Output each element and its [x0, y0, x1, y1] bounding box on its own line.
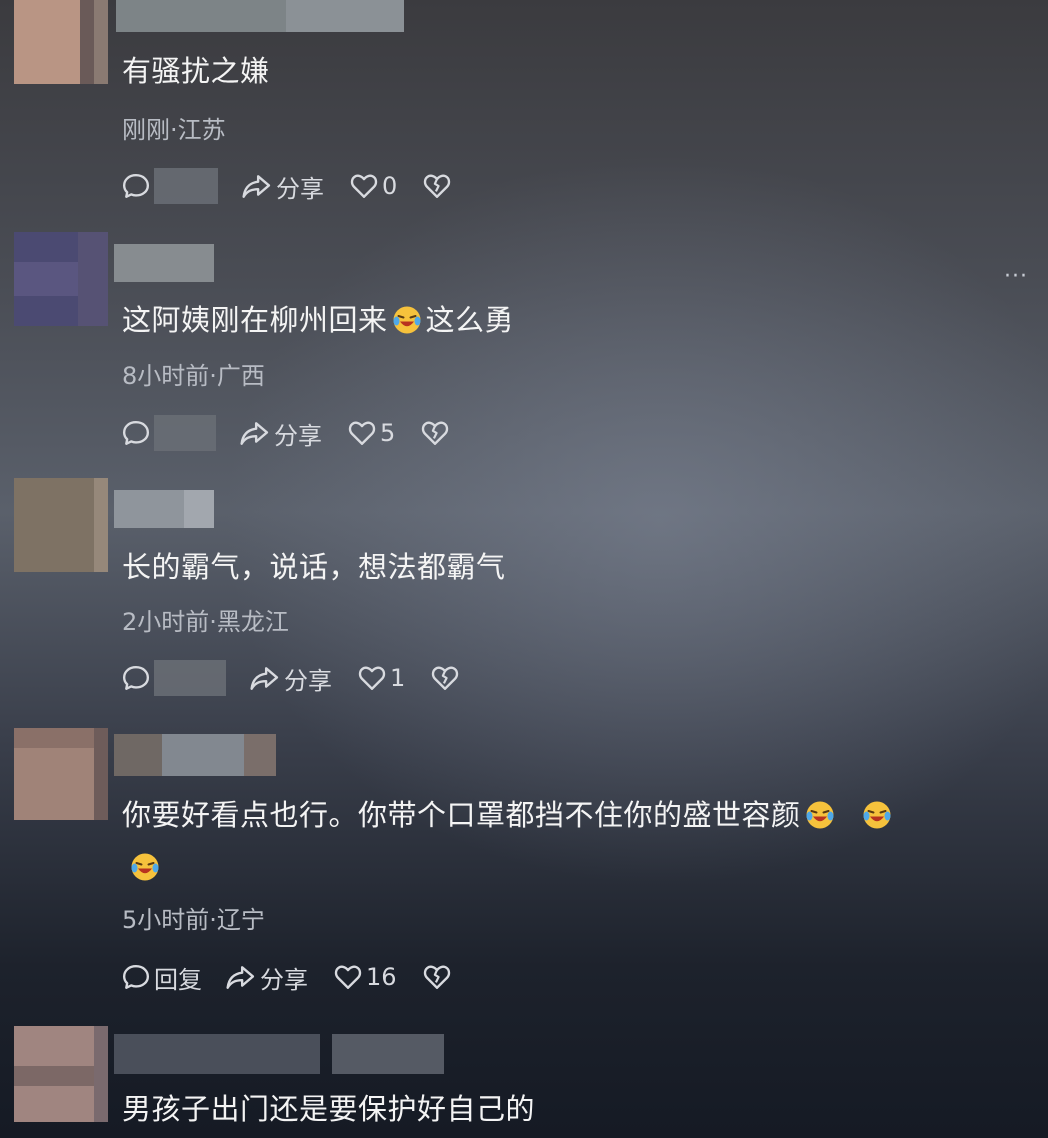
- comment-meta: 刚刚·江苏: [122, 116, 226, 144]
- laughing-crying-emoji-icon: [805, 800, 835, 830]
- avatar[interactable]: [14, 232, 108, 326]
- broken-heart-icon: [424, 174, 451, 198]
- like-button[interactable]: 0: [350, 172, 397, 200]
- comment-text: 男孩子出门还是要保护好自己的: [122, 1092, 536, 1126]
- laughing-crying-emoji-icon: [130, 852, 160, 882]
- broken-heart-icon: [432, 666, 459, 690]
- broken-heart-icon: [422, 421, 449, 445]
- username-blurred[interactable]: [114, 1034, 444, 1074]
- reply-label-blurred: [154, 415, 216, 451]
- username-blurred[interactable]: [114, 244, 214, 282]
- comment-meta: 8小时前·广西: [122, 362, 265, 390]
- username-blurred[interactable]: [114, 734, 276, 776]
- comment-actions: 分享 5: [122, 413, 449, 453]
- like-button[interactable]: 1: [358, 664, 405, 692]
- reply-button[interactable]: [122, 415, 216, 451]
- comment-bubble-icon: [122, 174, 150, 198]
- comment-bubble-icon: [122, 421, 150, 445]
- share-arrow-icon: [240, 422, 269, 445]
- comment-actions: 分享 1: [122, 658, 459, 698]
- dislike-button[interactable]: [423, 172, 451, 200]
- heart-icon: [358, 666, 386, 690]
- reply-label-blurred: [154, 660, 226, 696]
- avatar[interactable]: [14, 1026, 108, 1122]
- reply-button[interactable]: [122, 168, 218, 204]
- share-button[interactable]: 分享: [224, 960, 308, 995]
- comment-actions: 分享 0: [122, 166, 451, 206]
- like-count: 0: [382, 172, 398, 200]
- share-button[interactable]: 分享: [238, 416, 322, 451]
- laughing-crying-emoji-icon: [392, 305, 422, 335]
- comment-meta: 5小时前·辽宁: [122, 906, 265, 934]
- comment-actions: 回复 分享 16: [122, 957, 451, 997]
- avatar[interactable]: [14, 478, 108, 572]
- share-label: 分享: [284, 666, 332, 695]
- comment-meta: 2小时前·黑龙江: [122, 608, 289, 636]
- like-count: 5: [380, 419, 396, 447]
- comment-bubble-icon: [122, 965, 150, 989]
- share-arrow-icon: [250, 667, 279, 690]
- share-label: 分享: [274, 421, 322, 450]
- like-count: 16: [366, 963, 397, 991]
- comment-text-part: 你要好看点也行。你带个口罩都挡不住你的盛世容颜: [122, 798, 801, 832]
- share-label: 分享: [260, 965, 308, 994]
- share-label: 分享: [276, 174, 324, 203]
- comment-text: 这阿姨刚在柳州回来 这么勇: [122, 295, 978, 345]
- broken-heart-icon: [423, 965, 450, 989]
- comment-text: 长的霸气，说话，想法都霸气: [122, 550, 506, 584]
- reply-button[interactable]: [122, 660, 226, 696]
- comment-text: 有骚扰之嫌: [122, 54, 270, 88]
- comment-text-part: 这么勇: [425, 303, 515, 337]
- dislike-button[interactable]: [431, 664, 459, 692]
- avatar[interactable]: [14, 0, 108, 84]
- reply-label-blurred: [154, 168, 218, 204]
- reply-label: 回复: [154, 965, 202, 994]
- heart-icon: [350, 174, 378, 198]
- share-arrow-icon: [242, 175, 271, 198]
- laughing-crying-emoji-icon: [862, 800, 892, 830]
- share-button[interactable]: 分享: [240, 169, 324, 204]
- comment-text-part: 这阿姨刚在柳州回来: [122, 303, 388, 337]
- share-arrow-icon: [226, 966, 255, 989]
- username-blurred[interactable]: [114, 490, 214, 528]
- share-button[interactable]: 分享: [248, 661, 332, 696]
- more-options-icon[interactable]: ···: [1004, 264, 1028, 289]
- username-blurred[interactable]: [116, 0, 404, 32]
- like-button[interactable]: 5: [348, 419, 395, 447]
- heart-icon: [334, 965, 362, 989]
- dislike-button[interactable]: [423, 963, 451, 991]
- dislike-button[interactable]: [421, 419, 449, 447]
- like-button[interactable]: 16: [334, 963, 397, 991]
- avatar[interactable]: [14, 728, 108, 820]
- reply-button[interactable]: 回复: [122, 960, 202, 995]
- heart-icon: [348, 421, 376, 445]
- comment-bubble-icon: [122, 666, 150, 690]
- like-count: 1: [390, 664, 406, 692]
- comment-text: 你要好看点也行。你带个口罩都挡不住你的盛世容颜: [122, 789, 978, 893]
